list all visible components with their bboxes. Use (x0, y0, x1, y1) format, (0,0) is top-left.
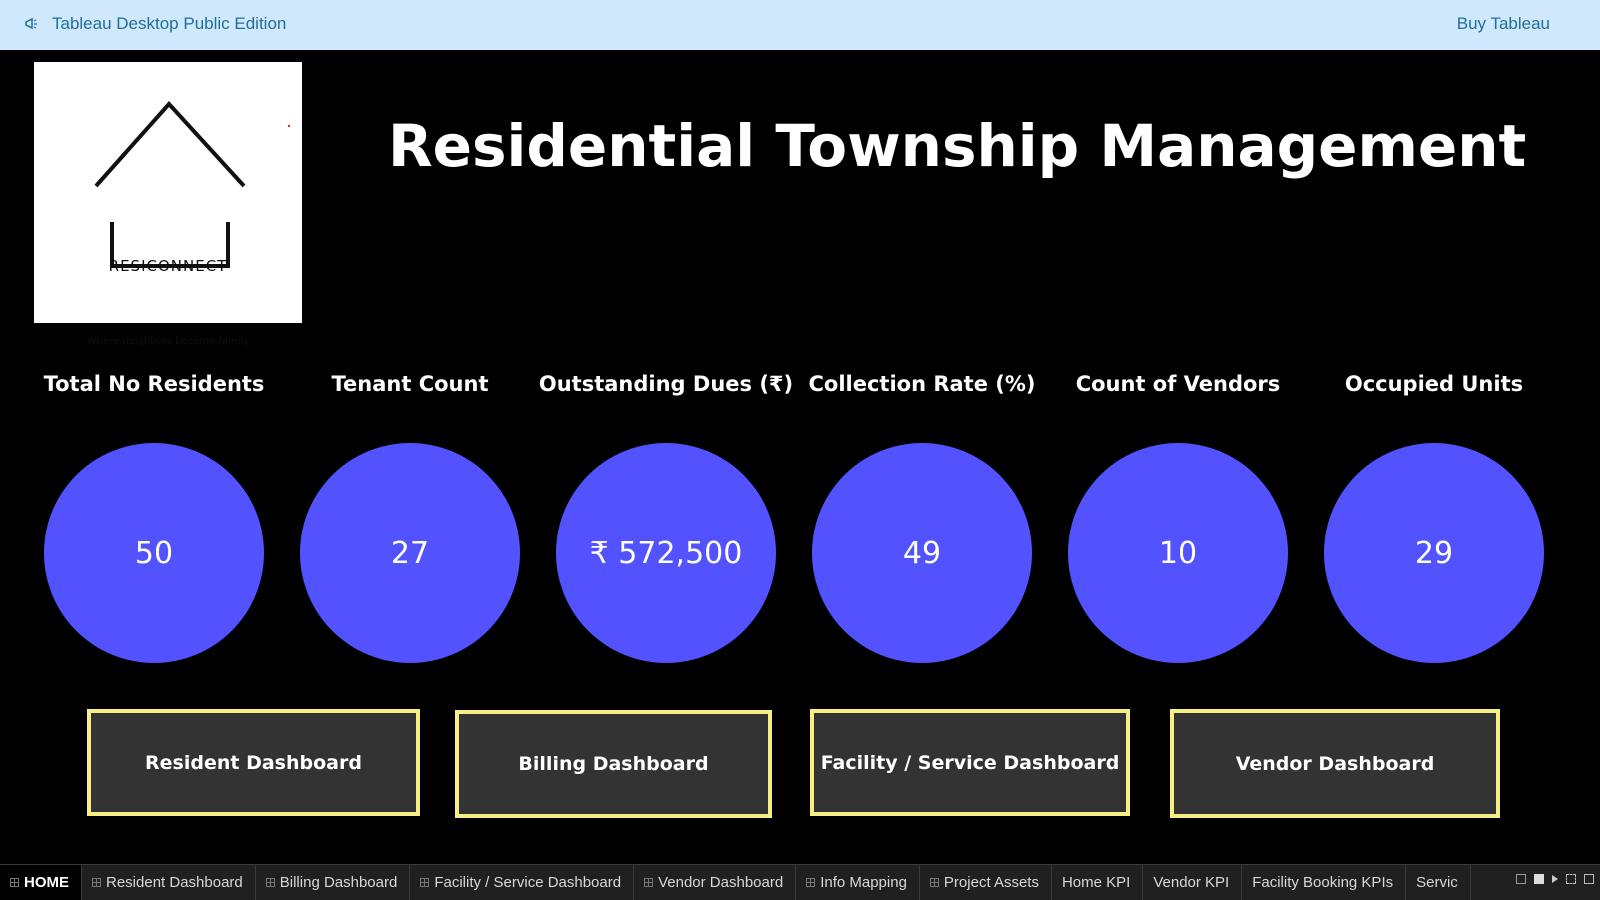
tab-label: Project Assets (943, 874, 1039, 891)
sheet-tab-bar: HOME Resident Dashboard Billing Dashboar… (0, 864, 1600, 900)
facility-service-dashboard-button[interactable]: Facility / Service Dashboard (810, 709, 1130, 816)
play-icon[interactable] (1552, 875, 1558, 883)
logo-brand-text: RESICONNECT (108, 257, 228, 275)
app-title: Tableau Desktop Public Edition (52, 14, 287, 33)
kpi-value-outstanding-dues: ₹ 572,500 (556, 443, 776, 663)
kpi-value-collection-rate: 49 (812, 443, 1032, 663)
tab-label: Vendor KPI (1153, 874, 1230, 891)
fullscreen-icon[interactable] (1566, 874, 1576, 884)
tab-controls (1516, 874, 1594, 884)
tab-resident-dashboard[interactable]: Resident Dashboard (82, 865, 256, 900)
logo-tagline: Where neighbors become family (86, 336, 250, 347)
kpi-value-vendor-count: 10 (1068, 443, 1288, 663)
show-tabs-icon[interactable] (1534, 874, 1544, 884)
dashboard-grid-icon (806, 878, 816, 887)
resiconnect-logo: RESICONNECT Where neighbors become famil… (34, 62, 302, 347)
tab-label: Billing Dashboard (279, 874, 398, 891)
kpi-label-vendor-count: Count of Vendors (1075, 372, 1281, 396)
presentation-mode-icon[interactable] (1584, 874, 1594, 884)
tab-label: Home KPI (1061, 874, 1131, 891)
dashboard-grid-icon (929, 878, 939, 887)
tab-home[interactable]: HOME (0, 865, 82, 900)
resident-dashboard-button[interactable]: Resident Dashboard (87, 709, 420, 816)
kpi-value-occupied-units: 29 (1324, 443, 1544, 663)
vendor-dashboard-button[interactable]: Vendor Dashboard (1170, 709, 1500, 818)
dashboard-grid-icon (92, 878, 101, 887)
tab-facility-service-dashboard[interactable]: Facility / Service Dashboard (410, 865, 635, 900)
kpi-value-tenant-count: 27 (300, 443, 520, 663)
kpi-label-total-residents: Total No Residents (43, 372, 265, 396)
tab-label: Resident Dashboard (106, 874, 243, 891)
tab-vendor-dashboard[interactable]: Vendor Dashboard (634, 865, 797, 900)
tab-service-truncated[interactable]: Servic (1406, 865, 1471, 900)
dashboard-grid-icon (420, 878, 430, 887)
tableau-topbar: Tableau Desktop Public Edition Buy Table… (0, 0, 1600, 50)
dashboard-grid-icon (644, 878, 654, 887)
dashboard-grid-icon (265, 878, 275, 887)
house-logo-icon (94, 101, 291, 268)
kpi-label-tenant-count: Tenant Count (331, 372, 489, 396)
tab-facility-booking-kpis[interactable]: Facility Booking KPIs (1242, 865, 1407, 900)
kpi-label-collection-rate: Collection Rate (%) (808, 372, 1036, 396)
tab-label: Servic (1416, 874, 1458, 891)
kpi-value-total-residents: 50 (44, 443, 264, 663)
tab-vendor-kpi[interactable]: Vendor KPI (1143, 865, 1243, 900)
tab-label: HOME (24, 874, 69, 891)
tab-info-mapping[interactable]: Info Mapping (796, 865, 920, 900)
kpi-label-occupied-units: Occupied Units (1344, 372, 1524, 396)
tab-label: Vendor Dashboard (658, 874, 784, 891)
megaphone-icon (25, 17, 37, 30)
tab-project-assets[interactable]: Project Assets (920, 865, 1052, 900)
buy-tableau-link[interactable]: Buy Tableau (1457, 14, 1550, 34)
tab-label: Info Mapping (820, 874, 907, 891)
billing-dashboard-button[interactable]: Billing Dashboard (455, 710, 772, 818)
tab-home-kpi[interactable]: Home KPI (1052, 865, 1144, 900)
tab-label: Facility Booking KPIs (1252, 874, 1394, 891)
show-sheet-sorter-icon[interactable] (1516, 874, 1526, 884)
dashboard-grid-icon (10, 878, 19, 887)
page-title: Residential Township Management (388, 112, 1527, 180)
tab-billing-dashboard[interactable]: Billing Dashboard (256, 865, 411, 900)
kpi-label-outstanding-dues: Outstanding Dues (₹) (538, 372, 794, 396)
tab-label: Facility / Service Dashboard (434, 874, 622, 891)
